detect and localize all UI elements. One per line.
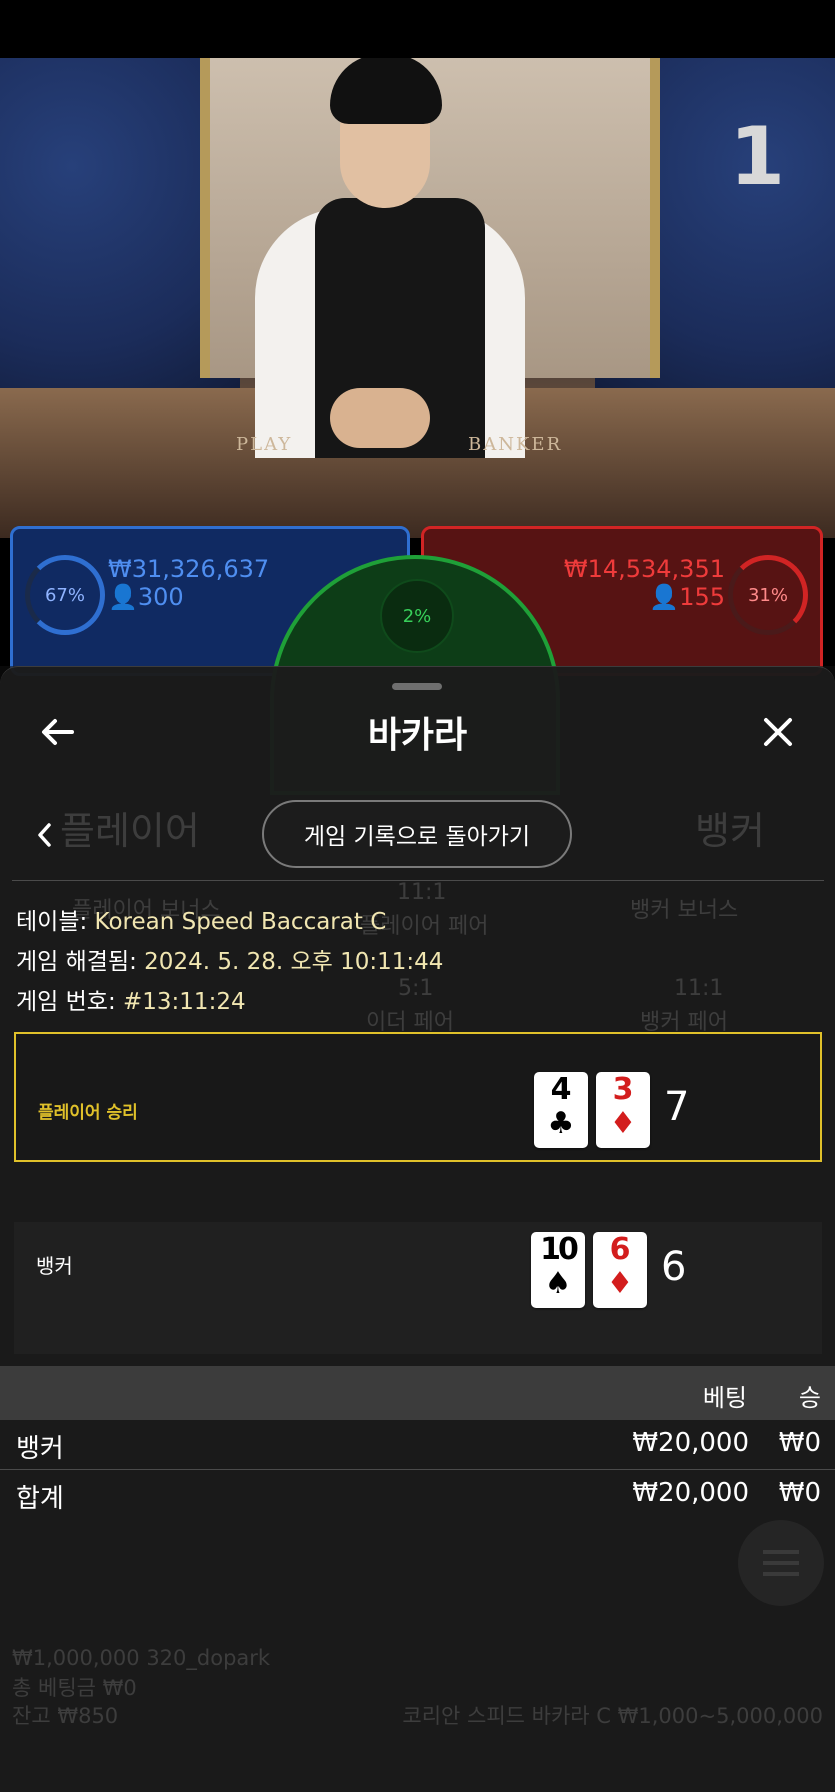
ghost-total-bet: 총 베팅금 ₩0 [12,1676,137,1700]
total-row-win: ₩0 [778,1478,821,1508]
card-rank: 6 [609,1232,631,1267]
felt-banker-text: BANKER [468,434,563,455]
back-to-history-button[interactable]: 게임 기록으로 돌아가기 [262,800,572,868]
ghost-balance-line: ₩1,000,000 320_dopark [12,1646,271,1670]
card-rank: 3 [612,1072,634,1107]
divider [12,880,824,881]
ghost-player-pair-odds: 11:1 [397,880,447,905]
player-score: 7 [664,1084,690,1130]
ghost-either-pair-odds: 5:1 [398,976,434,1001]
player-count-row: 👤300 [108,583,184,611]
player-amount: ₩31,326,637 [108,555,270,583]
club-icon: ♣ [547,1106,575,1141]
banker-count-row: 👤155 [649,583,725,611]
total-row-bet: ₩20,000 [632,1478,749,1508]
results-header: 베팅 승 [0,1366,835,1420]
player-win-label: 플레이어 승리 [38,1103,138,1123]
close-icon [764,718,792,746]
chevron-left-icon [38,823,51,847]
game-number-info: 게임 번호: #13:11:24 [16,982,246,1016]
resolved-value: 2024. 5. 28. 오후 10:11:44 [144,949,444,975]
ghost-banker-bonus: 뱅커 보너스 [630,898,739,923]
result-row-win: ₩0 [778,1428,821,1458]
dealer-hands [330,388,430,448]
banker-percent-ring: 31% [728,555,808,635]
result-row-bet: ₩20,000 [632,1428,749,1458]
ghost-menu-button [738,1520,824,1606]
user-icon: 👤 [108,583,138,611]
sheet-title: 바카라 [367,715,468,756]
player-percent-ring: 67% [25,555,105,635]
ghost-banker-label: 뱅커 [695,809,765,853]
player-hand-row: 플레이어 승리 4 ♣ 3 ♦ 7 [14,1032,822,1162]
playing-card: 4 ♣ [534,1072,588,1148]
live-video: 1 PLAY BANKER [0,58,835,538]
dealer-hair [330,58,442,124]
card-rank: 4 [550,1072,572,1107]
diamond-icon: ♦ [609,1106,637,1141]
banker-hand-row: 뱅커 10 ♠ 6 ♦ 6 [14,1222,822,1354]
close-button[interactable] [758,712,798,752]
result-row-name: 뱅커 [16,1434,64,1464]
felt-player-text: PLAY [236,434,293,455]
playing-card: 6 ♦ [593,1232,647,1308]
player-count: 300 [137,583,184,611]
divider [0,1469,835,1470]
table-value: Korean Speed Baccarat C [94,909,387,935]
spade-icon: ♠ [544,1266,572,1301]
win-column-header: 승 [798,1384,821,1412]
total-row-name: 합계 [16,1484,64,1514]
user-icon: 👤 [649,583,680,611]
ghost-banker-pair-odds: 11:1 [674,976,724,1001]
bet-column-header: 베팅 [702,1384,747,1412]
player-percent: 67% [44,584,85,606]
banker-amount: ₩14,534,351 [563,555,725,583]
menu-icon [763,1550,799,1554]
game-number-label: 게임 번호: [16,989,124,1015]
round-number: 1 [729,110,785,203]
banker-label: 뱅커 [36,1254,73,1278]
previous-button[interactable] [30,818,60,852]
ghost-balance: 잔고 ₩850 [12,1704,119,1728]
banker-percent: 31% [747,584,788,606]
resolved-info: 게임 해결됨: 2024. 5. 28. 오후 10:11:44 [16,942,443,976]
ghost-player-label: 플레이어 [60,809,200,853]
game-number-value: #13:11:24 [123,989,246,1015]
banker-score: 6 [661,1244,687,1290]
playing-card: 10 ♠ [531,1232,585,1308]
table-label: 테이블: [16,909,95,935]
card-rank: 10 [540,1232,579,1267]
tie-percent-ring: 2% [380,579,454,653]
sheet-drag-handle[interactable] [392,683,442,690]
diamond-icon: ♦ [606,1266,634,1301]
ghost-table-name: 코리안 스피드 바카라 C ₩1,000~5,000,000 [402,1704,823,1728]
playing-card: 3 ♦ [596,1072,650,1148]
banker-count: 155 [679,583,725,611]
resolved-label: 게임 해결됨: [16,949,145,975]
tie-percent: 2% [402,605,432,627]
table-info: 테이블: Korean Speed Baccarat C [16,902,386,936]
